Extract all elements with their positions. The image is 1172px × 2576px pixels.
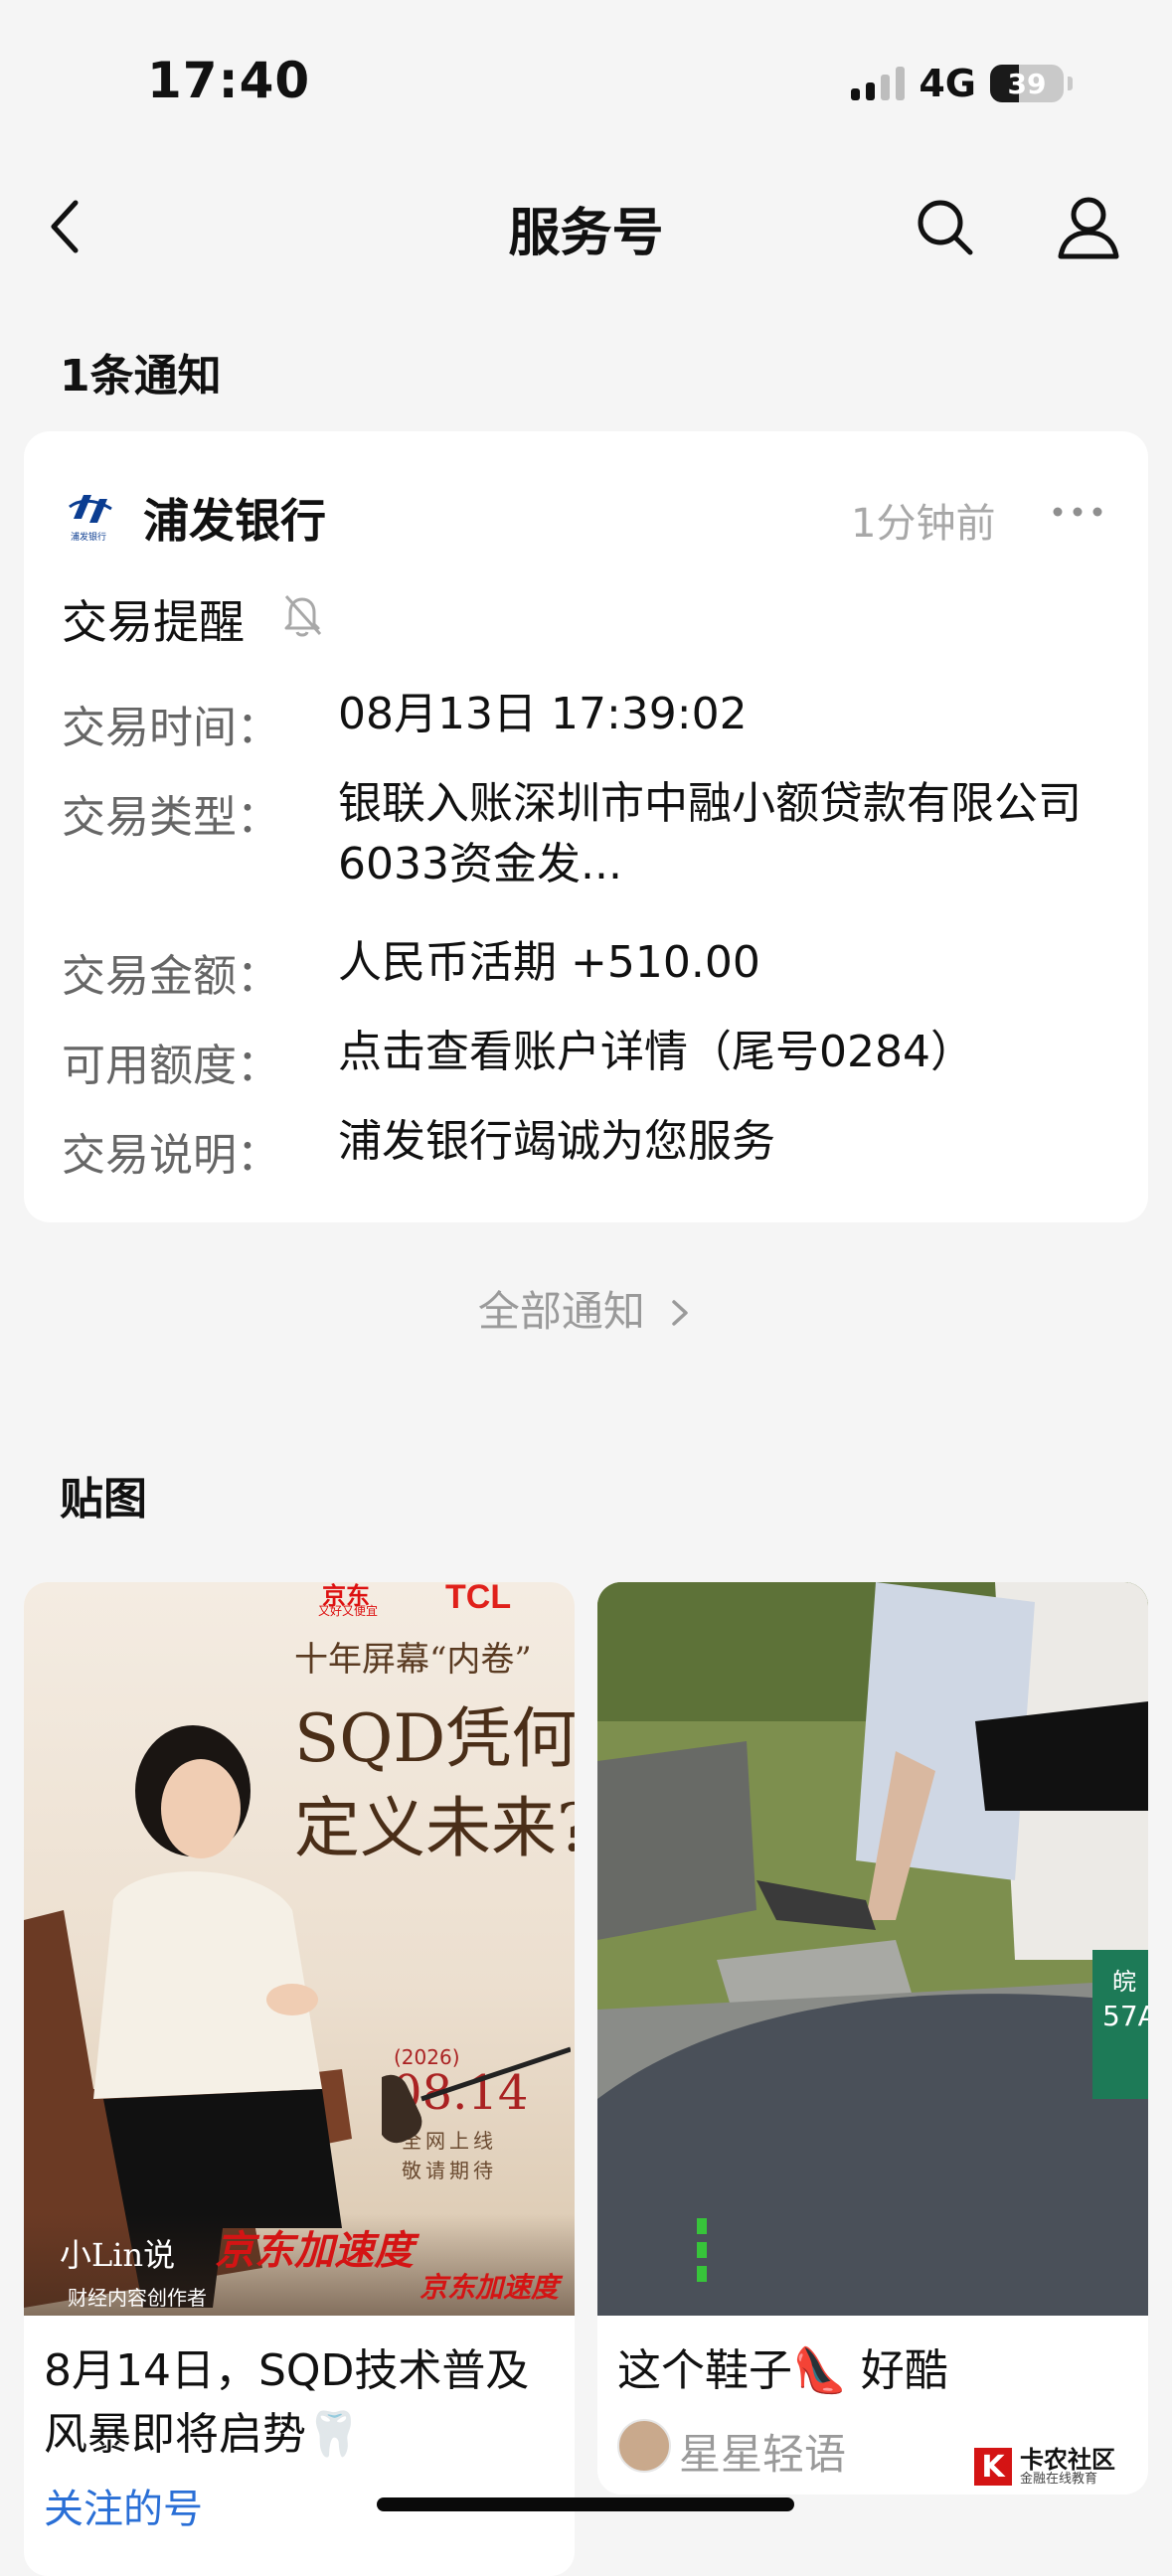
poster-logo: 京东加速度 bbox=[419, 2271, 560, 2304]
status-time: 17:40 bbox=[147, 52, 311, 109]
time-ago: 1分钟前 bbox=[851, 501, 996, 547]
search-icon bbox=[918, 200, 973, 255]
plate-prefix: 皖 bbox=[1112, 1968, 1136, 1996]
row-label-time: 交易时间： bbox=[62, 703, 280, 753]
watermark-logo-icon: K bbox=[974, 2448, 1012, 2486]
notification-card[interactable]: 浦发银行 浦发银行 1分钟前 交易提醒 交易时间： 08月13日 17:39:0… bbox=[24, 431, 1148, 1222]
photo-illustration bbox=[597, 1582, 1148, 2316]
poster-role: 财经内容创作者 bbox=[68, 2286, 207, 2310]
jd-brand-sub: 又好又便宜 bbox=[318, 1604, 379, 1618]
search-button[interactable] bbox=[913, 195, 978, 260]
more-options-button[interactable] bbox=[1048, 487, 1107, 537]
sender-name[interactable]: 浦发银行 bbox=[143, 485, 326, 551]
bell-off-icon bbox=[284, 594, 322, 637]
spd-bank-logo-icon bbox=[69, 495, 112, 523]
notification-count: 1条通知 bbox=[60, 351, 222, 402]
person-icon bbox=[1058, 197, 1119, 259]
all-notifications-label: 全部通知 bbox=[477, 1287, 645, 1336]
post-source-link[interactable]: 关注的号 bbox=[44, 2477, 203, 2534]
row-value-credit[interactable]: 点击查看账户详情（尾号0284） bbox=[338, 1022, 1133, 1082]
post-title-sqd[interactable]: 8月14日，SQD技术普及风暴即将启势🦷 bbox=[44, 2339, 541, 2467]
poster-show: 京东加速度 bbox=[215, 2228, 414, 2274]
post-card-shoes[interactable]: 皖 57A 这个鞋子👠 好酷 星星轻语 bbox=[597, 1582, 1148, 2495]
author-avatar[interactable] bbox=[617, 2419, 671, 2473]
profile-button[interactable] bbox=[1054, 193, 1123, 262]
post-image-shoes[interactable]: 皖 57A bbox=[597, 1582, 1148, 2316]
all-notifications-link[interactable]: 全部通知 bbox=[0, 1278, 1172, 1339]
mute-bell-button[interactable] bbox=[280, 590, 324, 640]
row-label-credit: 可用额度： bbox=[62, 1041, 280, 1091]
post-image-sqd[interactable]: 京东 又好又便宜 TCL 十年屏幕“内卷” SQD凭何 定义未来? (2026)… bbox=[24, 1582, 575, 2316]
battery-percent: 39 bbox=[1007, 67, 1047, 100]
row-value-time: 08月13日 17:39:02 bbox=[338, 689, 748, 739]
row-value-amount: 人民币活期 +510.00 bbox=[338, 937, 760, 988]
row-value-note: 浦发银行竭诚为您服务 bbox=[338, 1116, 775, 1167]
network-type: 4G bbox=[919, 62, 976, 105]
poster-figure-illustration bbox=[24, 1725, 352, 2308]
notification-subject: 交易提醒 bbox=[62, 595, 245, 649]
watermark-subtext: 金融在线教育 bbox=[1020, 2472, 1098, 2487]
home-indicator[interactable] bbox=[377, 2497, 794, 2511]
bank-logo-text: 浦发银行 bbox=[70, 533, 106, 543]
tcl-brand: TCL bbox=[445, 1582, 512, 1616]
bank-logo: 浦发银行 bbox=[66, 489, 115, 545]
post-title-shoes[interactable]: 这个鞋子👠 好酷 bbox=[617, 2339, 1134, 2403]
posts-section-title: 贴图 bbox=[60, 1474, 147, 1525]
watermark-text: 卡农社区 bbox=[1020, 2446, 1115, 2474]
row-label-type: 交易类型： bbox=[62, 792, 280, 843]
row-value-type: 银联入账深圳市中融小额贷款有限公司6033资金发... bbox=[338, 778, 1082, 889]
battery-tip bbox=[1068, 77, 1073, 90]
more-dots-icon bbox=[1053, 507, 1102, 517]
cellular-signal-icon bbox=[851, 67, 906, 100]
battery-icon: 39 bbox=[990, 65, 1064, 102]
row-label-note: 交易说明： bbox=[62, 1130, 280, 1181]
author-name[interactable]: 星星轻语 bbox=[679, 2421, 846, 2482]
chevron-right-icon bbox=[672, 1300, 688, 1326]
plate-number: 57A bbox=[1102, 2000, 1148, 2032]
page-title: 服务号 bbox=[508, 204, 664, 263]
tooth-emoji: 🦷 bbox=[306, 2409, 361, 2460]
post-title-text: 8月14日，SQD技术普及风暴即将启势 bbox=[44, 2345, 530, 2460]
watermark: K 卡农社区 金融在线教育 bbox=[974, 2447, 1115, 2487]
row-label-amount: 交易金额： bbox=[62, 951, 280, 1002]
post-card-sqd[interactable]: 京东 又好又便宜 TCL 十年屏幕“内卷” SQD凭何 定义未来? (2026)… bbox=[24, 1582, 575, 2576]
status-indicators: 4G 39 bbox=[851, 62, 1073, 105]
poster-host: 小Lin说 bbox=[60, 2236, 176, 2274]
